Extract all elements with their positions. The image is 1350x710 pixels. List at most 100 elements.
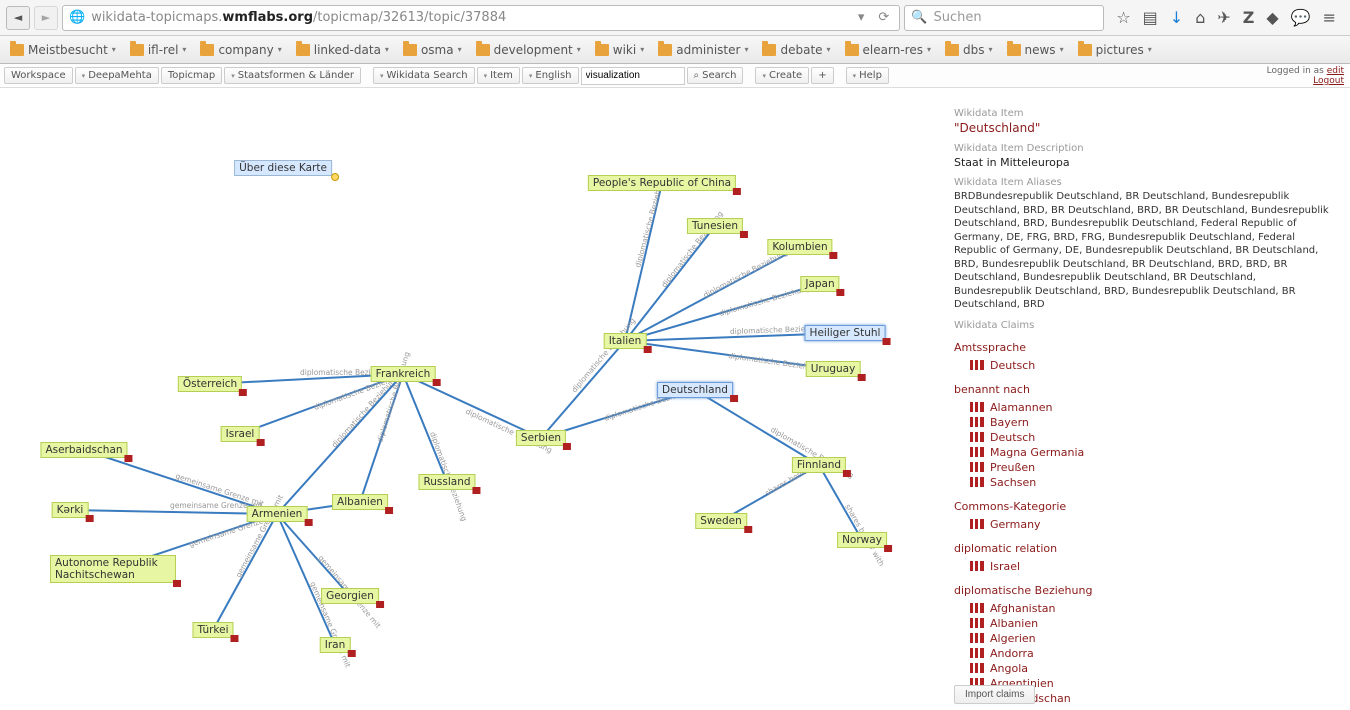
bookmark-item[interactable]: pictures▾ xyxy=(1072,40,1158,60)
claim-value[interactable]: Alamannen xyxy=(954,400,1336,415)
bookmark-item[interactable]: ifl-rel▾ xyxy=(124,40,193,60)
topic-node[interactable]: Heiliger Stuhl xyxy=(805,325,886,341)
language-select[interactable]: ▾English xyxy=(522,67,579,84)
topic-node[interactable]: Serbien xyxy=(516,430,566,446)
home-icon[interactable]: ⌂ xyxy=(1195,8,1205,27)
flag-icon xyxy=(830,252,838,259)
bookmark-item[interactable]: linked-data▾ xyxy=(290,40,395,60)
topic-node[interactable]: Aserbaidschan xyxy=(40,442,127,458)
claim-property[interactable]: Amtssprache xyxy=(954,341,1336,354)
bookmark-item[interactable]: news▾ xyxy=(1001,40,1070,60)
claim-value[interactable]: Albanien xyxy=(954,616,1336,631)
bookmark-item[interactable]: dbs▾ xyxy=(939,40,999,60)
flag-icon xyxy=(347,650,355,657)
bookmark-item[interactable]: wiki▾ xyxy=(589,40,650,60)
topic-node[interactable]: Kərki xyxy=(52,502,89,518)
claim-property[interactable]: diplomatische Beziehung xyxy=(954,584,1336,597)
user-link[interactable]: edit xyxy=(1327,66,1344,76)
claim-property[interactable]: benannt nach xyxy=(954,383,1336,396)
topic-node[interactable]: Uruguay xyxy=(806,361,861,377)
claim-value[interactable]: Andorra xyxy=(954,646,1336,661)
topic-node[interactable]: Österreich xyxy=(178,376,242,392)
claim-value[interactable]: Magna Germania xyxy=(954,445,1336,460)
topic-node[interactable]: Türkei xyxy=(192,622,233,638)
claim-property[interactable]: Commons-Kategorie xyxy=(954,500,1336,513)
map-about-label[interactable]: Über diese Karte xyxy=(234,160,332,176)
stripes-icon xyxy=(970,477,984,487)
search-button[interactable]: ⌕Search xyxy=(687,67,744,84)
topic-node[interactable]: Georgien xyxy=(321,588,379,604)
folder-icon xyxy=(1078,44,1092,56)
add-button[interactable]: + xyxy=(811,67,833,84)
claim-property[interactable]: diplomatic relation xyxy=(954,542,1336,555)
help-select[interactable]: ▾Help xyxy=(846,67,889,84)
bookmark-item[interactable]: debate▾ xyxy=(756,40,836,60)
topic-node[interactable]: Frankreich xyxy=(371,366,436,382)
menu-icon[interactable]: ≡ xyxy=(1323,8,1336,27)
claim-value[interactable]: Israel xyxy=(954,559,1336,574)
topic-node[interactable]: Japan xyxy=(800,276,839,292)
bookmarks-bar: Meistbesucht▾ ifl-rel▾ company▾ linked-d… xyxy=(0,36,1350,64)
search-type-select[interactable]: ▾Wikidata Search xyxy=(373,67,475,84)
z-icon[interactable]: Z xyxy=(1243,8,1255,27)
search-input[interactable] xyxy=(581,67,685,85)
back-button[interactable]: ◄ xyxy=(6,6,30,30)
topic-node[interactable]: Italien xyxy=(604,333,647,349)
claim-value[interactable]: Deutsch xyxy=(954,430,1336,445)
url-bar[interactable]: 🌐 wikidata-topicmaps.wmflabs.org/topicma… xyxy=(62,5,900,31)
topic-node[interactable]: Israel xyxy=(221,426,260,442)
topic-node[interactable]: Tunesien xyxy=(687,218,743,234)
topic-node[interactable]: Autonome Republik Nachitschewan xyxy=(50,555,176,583)
send-icon[interactable]: ✈ xyxy=(1217,8,1230,27)
topic-node-selected[interactable]: Deutschland xyxy=(657,382,733,398)
svg-text:diplomatische Beziehung: diplomatische Beziehung xyxy=(570,316,638,394)
topic-node[interactable]: Iran xyxy=(320,637,351,653)
logout-link[interactable]: Logout xyxy=(1313,76,1344,86)
bookmark-star-icon[interactable]: ☆ xyxy=(1116,8,1130,27)
workspace-select[interactable]: ▾DeepaMehta xyxy=(75,67,159,84)
topic-node[interactable]: People's Republic of China xyxy=(588,175,736,191)
bookmark-item[interactable]: elearn-res▾ xyxy=(839,40,937,60)
topic-node[interactable]: Armenien xyxy=(247,506,308,522)
topic-node[interactable]: Finnland xyxy=(792,457,846,473)
topicmap-select[interactable]: ▾Staatsformen & Länder xyxy=(224,67,361,84)
folder-icon xyxy=(945,44,959,56)
search-placeholder: Suchen xyxy=(934,10,982,25)
claim-value[interactable]: Deutsch xyxy=(954,358,1336,373)
claim-value[interactable]: Germany xyxy=(954,517,1336,532)
claim-value[interactable]: Algerien xyxy=(954,631,1336,646)
flag-icon xyxy=(740,231,748,238)
bookmark-item[interactable]: development▾ xyxy=(470,40,587,60)
import-claims-button[interactable]: Import claims xyxy=(954,685,1035,704)
stripes-icon xyxy=(970,663,984,673)
claim-value[interactable]: Afghanistan xyxy=(954,601,1336,616)
topic-node[interactable]: Sweden xyxy=(695,513,747,529)
bell-icon[interactable]: ◆ xyxy=(1266,8,1278,27)
download-icon[interactable]: ↓ xyxy=(1170,8,1183,27)
topic-node[interactable]: Norway xyxy=(837,532,887,548)
workspace-button[interactable]: Workspace xyxy=(4,67,73,84)
claim-value[interactable]: Sachsen xyxy=(954,475,1336,490)
claim-value[interactable]: Preußen xyxy=(954,460,1336,475)
browser-search[interactable]: 🔍 Suchen xyxy=(904,5,1104,31)
chat-icon[interactable]: 💬 xyxy=(1291,8,1311,27)
topic-node[interactable]: Kolumbien xyxy=(767,239,832,255)
claim-value[interactable]: Bayern xyxy=(954,415,1336,430)
folder-icon xyxy=(476,44,490,56)
topicmap-button[interactable]: Topicmap xyxy=(161,67,222,84)
create-select[interactable]: ▾Create xyxy=(755,67,809,84)
claim-value[interactable]: Angola xyxy=(954,661,1336,676)
list-icon[interactable]: ▤ xyxy=(1143,8,1158,27)
item-select[interactable]: ▾Item xyxy=(477,67,520,84)
topic-node[interactable]: Albanien xyxy=(332,494,388,510)
topicmap-canvas[interactable]: diplomatische Beziehung diplomatische Be… xyxy=(0,88,940,710)
browser-chrome: ◄ ► 🌐 wikidata-topicmaps.wmflabs.org/top… xyxy=(0,0,1350,36)
topic-node[interactable]: Russland xyxy=(418,474,475,490)
refresh-icon[interactable]: ⟳ xyxy=(874,10,893,25)
bookmark-item[interactable]: Meistbesucht▾ xyxy=(4,40,122,60)
folder-icon xyxy=(595,44,609,56)
bookmark-item[interactable]: company▾ xyxy=(194,40,287,60)
bookmark-item[interactable]: administer▾ xyxy=(652,40,754,60)
chevron-down-icon[interactable]: ▾ xyxy=(854,10,869,25)
bookmark-item[interactable]: osma▾ xyxy=(397,40,468,60)
